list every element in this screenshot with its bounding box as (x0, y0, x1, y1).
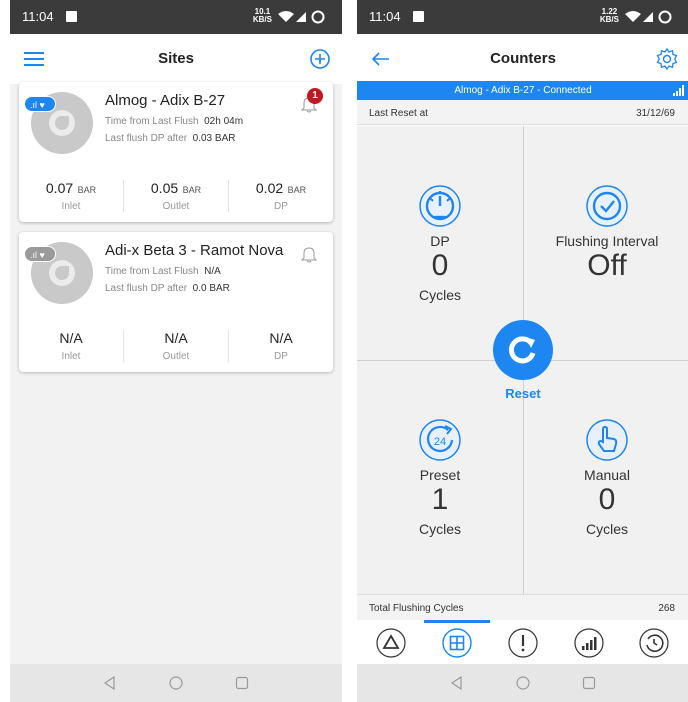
system-nav-bar (10, 664, 342, 702)
bell-icon[interactable] (299, 244, 319, 264)
total-flushing-value: 268 (658, 603, 675, 614)
clock-icon (586, 185, 628, 227)
reset-label[interactable]: Reset (483, 386, 563, 401)
dp-reading: N/A DP (228, 330, 333, 362)
warning-triangle-icon[interactable] (376, 628, 406, 658)
nav-recents-icon[interactable] (581, 675, 597, 691)
nav-recents-icon[interactable] (234, 675, 250, 691)
last-reset-value: 31/12/69 (636, 108, 675, 119)
site-card[interactable]: .ıl ♥ Adi-x Beta 3 - Ramot Nova Time fro… (19, 232, 333, 372)
dashboard-grid-icon[interactable] (442, 628, 472, 658)
gallery-notification-icon (66, 11, 77, 22)
settings-gear-icon[interactable] (655, 47, 679, 71)
counters-grid: DP 0 Cycles Flushing Interval Off Reset (357, 126, 688, 594)
wifi-signal-battery-icon (278, 10, 325, 24)
total-flushing-label: Total Flushing Cycles (369, 603, 464, 614)
preset-label: Preset (419, 467, 461, 483)
gauge-icon (419, 185, 461, 227)
connection-text: Almog - Adix B-27 - Connected (454, 85, 592, 96)
connection-badge: .ıl ♥ (24, 246, 56, 262)
signal-strength-icon (673, 85, 684, 96)
site-name: Adi-x Beta 3 - Ramot Nova (105, 242, 284, 259)
history-icon[interactable] (639, 628, 669, 658)
manual-label: Manual (584, 467, 630, 483)
counters-header: Counters (357, 34, 688, 81)
outlet-reading: 0.05 BAR Outlet (123, 180, 228, 212)
preset-unit: Cycles (418, 521, 461, 537)
add-circle-icon[interactable] (308, 47, 332, 71)
inlet-reading: N/A Inlet (59, 330, 83, 362)
signal-chart-icon[interactable] (574, 628, 604, 658)
dp-unit: Cycles (418, 287, 461, 303)
flushing-interval-label: Flushing Interval (555, 233, 659, 249)
nav-home-icon[interactable] (515, 675, 531, 691)
last-flush-dp: Last flush DP after 0.0 BAR (105, 283, 230, 294)
dp-reading: 0.02 BAR DP (228, 180, 333, 212)
status-time: 11:04 (22, 9, 54, 24)
site-name: Almog - Adix B-27 (105, 92, 226, 109)
sites-header: Sites (10, 34, 342, 84)
connection-status-bar: Almog - Adix B-27 - Connected (357, 81, 688, 100)
page-title: Counters (490, 50, 556, 67)
total-flushing-row: Total Flushing Cycles 268 (357, 594, 688, 620)
nav-home-icon[interactable] (168, 675, 184, 691)
bottom-tab-bar (357, 620, 688, 664)
sites-screen: 11:04 10.1 KB/S Sites .ıl ♥ Almog - Adix… (10, 0, 342, 702)
network-speed: 10.1 KB/S (252, 7, 272, 24)
counters-screen: 11:04 1.22 KB/S Counters Almog - Adix B-… (357, 0, 688, 702)
flushing-interval-value: Off (587, 249, 627, 282)
refresh-24-icon: 24 (419, 419, 461, 461)
last-flush-time: Time from Last Flush N/A (105, 266, 221, 277)
dp-counter[interactable]: DP 0 Cycles (357, 184, 523, 303)
last-flush-time: Time from Last Flush 02h 04m (105, 116, 244, 127)
inlet-reading: 0.07 BAR Inlet (45, 180, 97, 212)
readings-row: N/A Inlet N/A Outlet N/A DP (19, 330, 333, 362)
network-speed: 1.22 KB/S (599, 7, 619, 24)
wifi-signal-battery-icon (625, 10, 672, 24)
manual-counter[interactable]: Manual 0 Cycles (524, 418, 688, 537)
preset-counter[interactable]: 24 Preset 1 Cycles (357, 418, 523, 537)
preset-value: 1 (431, 483, 449, 516)
readings-row: 0.07 BAR Inlet 0.05 BAR Outlet 0.02 BAR … (19, 180, 333, 212)
page-title: Sites (158, 50, 194, 67)
exclamation-icon[interactable] (508, 628, 538, 658)
active-tab-indicator (424, 620, 490, 623)
last-flush-dp: Last flush DP after 0.03 BAR (105, 133, 236, 144)
nav-back-icon[interactable] (102, 675, 118, 691)
status-time: 11:04 (369, 9, 401, 24)
status-bar: 11:04 1.22 KB/S (357, 0, 688, 34)
system-nav-bar (357, 664, 688, 702)
last-reset-label: Last Reset at (369, 108, 428, 119)
last-reset-row: Last Reset at 31/12/69 (357, 100, 688, 125)
status-bar: 11:04 10.1 KB/S (10, 0, 342, 34)
nav-back-icon[interactable] (449, 675, 465, 691)
svg-text:24: 24 (434, 436, 446, 448)
reset-button[interactable] (493, 320, 553, 380)
manual-unit: Cycles (585, 521, 628, 537)
manual-value: 0 (598, 483, 616, 516)
alert-count-badge: 1 (307, 88, 323, 104)
dp-value: 0 (431, 249, 449, 282)
connection-badge: .ıl ♥ (24, 96, 56, 112)
outlet-reading: N/A Outlet (123, 330, 228, 362)
reset-icon (508, 336, 536, 364)
site-card[interactable]: .ıl ♥ Almog - Adix B-27 Time from Last F… (19, 82, 333, 222)
gallery-notification-icon (413, 11, 424, 22)
dp-label: DP (430, 233, 450, 249)
flushing-interval-counter[interactable]: Flushing Interval Off (524, 184, 688, 283)
hand-pointer-icon (586, 419, 628, 461)
